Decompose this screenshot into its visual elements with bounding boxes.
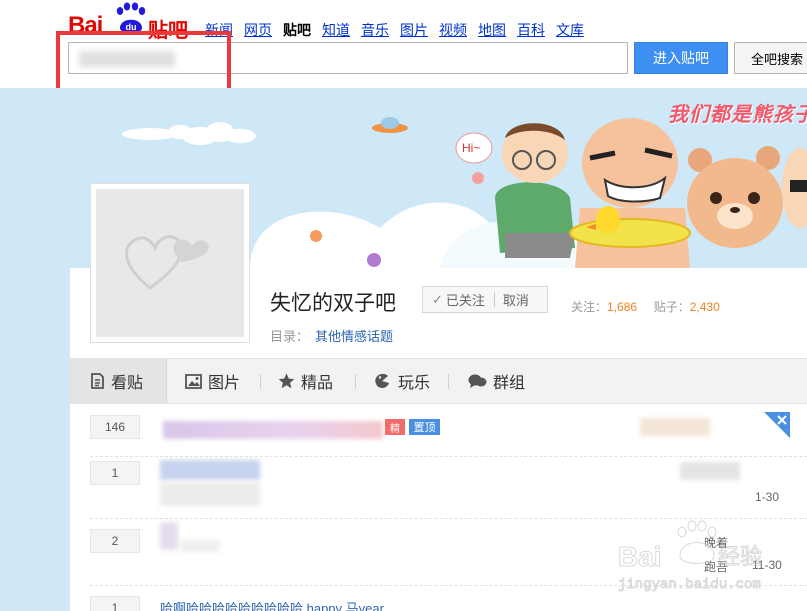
- star-icon: [278, 373, 295, 389]
- checkmark-icon: ✓: [432, 291, 443, 307]
- forum-tabs: 看贴 图片 精品 玩乐 群组: [70, 358, 807, 404]
- tab-divider: [448, 374, 449, 389]
- nav-wenku[interactable]: 文库: [556, 20, 584, 40]
- forum-stats: 关注：1,686 贴子：2,430: [571, 298, 720, 315]
- reply-count: 1: [90, 596, 140, 611]
- tab-divider: [260, 374, 261, 389]
- svg-text:Hi~: Hi~: [462, 141, 480, 155]
- svg-text:jingyan.baidu.com: jingyan.baidu.com: [618, 577, 761, 593]
- divider: [493, 292, 495, 307]
- svg-text:经验: 经验: [718, 545, 762, 570]
- post-count-label: 贴子：: [653, 300, 690, 314]
- forum-catalog: 目录： 其他情感话题: [270, 326, 393, 345]
- nav-images[interactable]: 图片: [400, 20, 428, 40]
- tab-divider: [355, 374, 356, 389]
- blurred-thread-title: [160, 460, 260, 480]
- post-count: 2,430: [689, 300, 720, 314]
- nav-video[interactable]: 视频: [439, 20, 467, 40]
- tab-fun[interactable]: 玩乐: [374, 359, 430, 403]
- watermark-logo: Bai 经验 jingyan.baidu.com: [618, 520, 763, 594]
- pacman-icon: [375, 373, 389, 388]
- featured-badge: 精: [385, 419, 405, 435]
- followed-label: 已关注: [445, 293, 485, 308]
- banner-slogan: 我们都是熊孩子: [668, 102, 807, 126]
- cartoon-character-glasses: [495, 123, 575, 258]
- tab-posts[interactable]: 看贴: [70, 359, 167, 403]
- blurred-author: [680, 462, 740, 480]
- nav-zhidao[interactable]: 知道: [322, 20, 350, 40]
- tab-images[interactable]: 图片: [185, 359, 240, 403]
- tab-images-label: 图片: [208, 375, 241, 392]
- follow-count: 1,686: [607, 300, 638, 314]
- cartoon-character-cropped: [782, 148, 807, 228]
- close-corner-icon[interactable]: [764, 412, 790, 438]
- tab-featured[interactable]: 精品: [278, 359, 333, 403]
- tab-posts-label: 看贴: [111, 375, 144, 392]
- reply-count: 1: [90, 461, 140, 485]
- annotation-highlight-box: [56, 31, 231, 95]
- tab-fun-label: 玩乐: [398, 375, 431, 392]
- svg-text:Bai: Bai: [618, 541, 662, 572]
- thread-date: 1-30: [755, 490, 780, 504]
- nav-web[interactable]: 网页: [244, 20, 272, 40]
- search-all-forums-button[interactable]: 全吧搜索: [734, 42, 807, 74]
- thread-title[interactable]: 哈啊哈哈哈哈哈哈哈哈哈 happy 马year: [160, 598, 384, 611]
- blurred-thread-title: [160, 522, 178, 550]
- enter-forum-button[interactable]: 进入贴吧: [634, 42, 728, 74]
- blurred-thread-abstract: [160, 482, 260, 506]
- chat-icon: [468, 374, 487, 388]
- blurred-thread-abstract: [180, 540, 220, 552]
- cartoon-character-bald: [569, 118, 691, 268]
- tab-groups[interactable]: 群组: [468, 359, 525, 403]
- follow-count-label: 关注：: [571, 300, 608, 314]
- follow-status-control: ✓ 已关注 取消: [422, 286, 548, 313]
- nav-map[interactable]: 地图: [478, 20, 506, 40]
- tab-groups-label: 群组: [493, 375, 526, 392]
- tab-featured-label: 精品: [301, 375, 334, 392]
- reply-count: 2: [90, 529, 140, 553]
- forum-avatar[interactable]: [90, 183, 250, 343]
- nav-baike[interactable]: 百科: [517, 20, 545, 40]
- catalog-link[interactable]: 其他情感话题: [315, 329, 393, 344]
- ufo-icon: [372, 117, 408, 133]
- unfollow-button[interactable]: 取消: [503, 290, 529, 309]
- nav-music[interactable]: 音乐: [361, 20, 389, 40]
- catalog-label: 目录：: [270, 329, 310, 344]
- cartoon-character-bear: [687, 146, 783, 248]
- reply-count: 146: [90, 415, 140, 439]
- heart-icon: [125, 235, 209, 290]
- pinned-badge: 置顶: [409, 419, 440, 435]
- forum-title: 失忆的双子吧: [270, 292, 396, 315]
- document-icon: [91, 373, 104, 389]
- blurred-thread-title: [163, 421, 383, 439]
- image-icon: [185, 373, 202, 389]
- top-nav: 新闻 网页 贴吧 知道 音乐 图片 视频 地图 百科 文库: [205, 20, 595, 40]
- blurred-author: [640, 418, 710, 436]
- nav-tieba[interactable]: 贴吧: [283, 20, 311, 40]
